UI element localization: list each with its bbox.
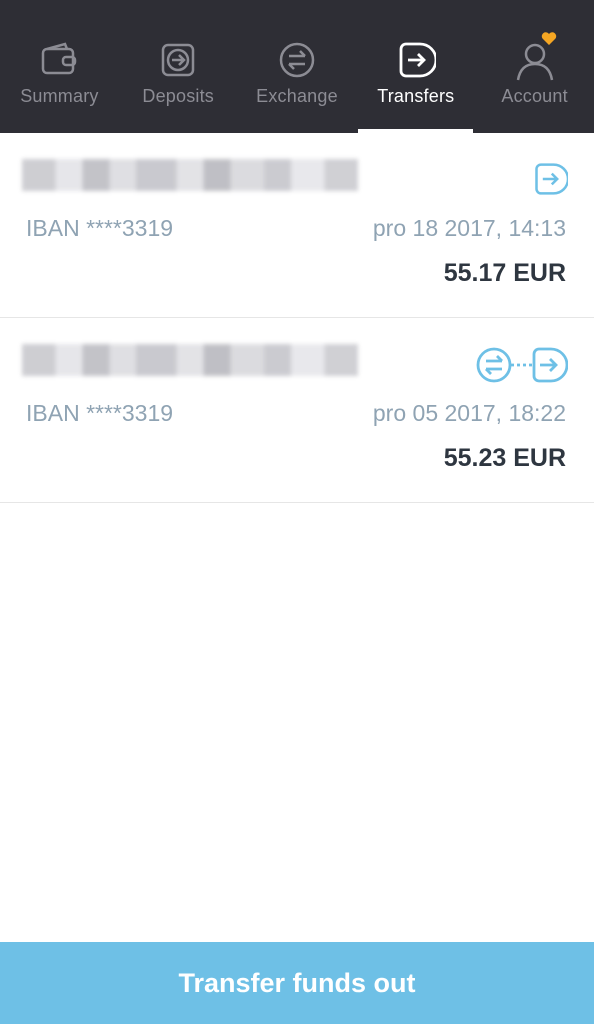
list-item[interactable]: IBAN ****3319 pro 05 2017, 18:22 55.23 E… <box>0 318 594 503</box>
transfer-date: pro 05 2017, 18:22 <box>372 400 566 426</box>
transfer-list: IBAN ****3319 pro 18 2017, 14:13 55.17 E… <box>0 133 594 503</box>
transfer-icon <box>394 38 438 82</box>
tab-deposits[interactable]: Deposits <box>119 0 238 133</box>
tab-label: Deposits <box>142 86 215 106</box>
tab-exchange[interactable]: Exchange <box>238 0 357 133</box>
wallet-icon <box>37 38 81 82</box>
iban-text: IBAN ****3319 <box>26 400 174 426</box>
transfer-amount: 55.23 EUR <box>443 444 566 472</box>
list-item[interactable]: IBAN ****3319 pro 18 2017, 14:13 55.17 E… <box>0 133 594 318</box>
account-icon <box>513 32 557 82</box>
tab-account[interactable]: Account <box>475 0 594 133</box>
tab-label: Exchange <box>256 86 338 106</box>
transfer-date: pro 18 2017, 14:13 <box>372 215 566 241</box>
tab-label: Account <box>501 86 568 106</box>
tab-summary[interactable]: Summary <box>0 0 119 133</box>
transfer-amount: 55.17 EUR <box>443 259 566 287</box>
deposit-icon <box>156 38 200 82</box>
transfer-out-icon <box>532 161 568 197</box>
iban-text: IBAN ****3319 <box>26 215 174 241</box>
tab-transfers[interactable]: Transfers <box>356 0 475 133</box>
tab-label: Summary <box>20 86 99 106</box>
tab-label: Transfers <box>377 86 455 106</box>
heart-badge-icon <box>541 32 556 45</box>
transfer-funds-out-button[interactable]: Transfer funds out <box>0 942 594 1024</box>
redacted-name <box>22 344 358 376</box>
exchange-icon <box>275 38 319 82</box>
exchange-transfer-icon <box>476 346 568 384</box>
top-navigation: Summary Deposits Exchange Transfers Acco… <box>0 0 594 133</box>
redacted-name <box>22 159 358 191</box>
